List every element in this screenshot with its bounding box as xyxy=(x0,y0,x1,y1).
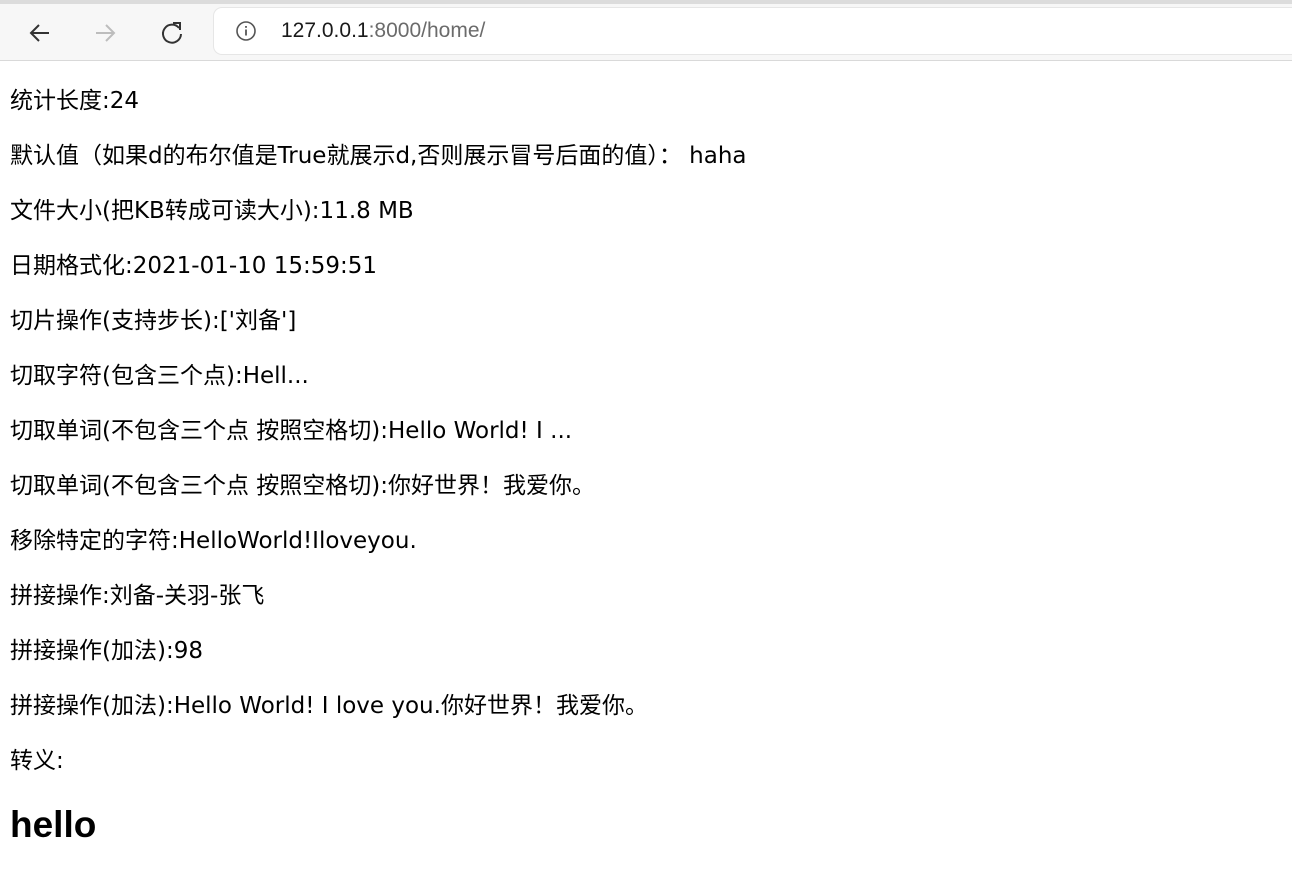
info-icon[interactable] xyxy=(235,20,257,42)
line-filesize: 文件大小(把KB转成可读大小):11.8 MB xyxy=(10,198,414,224)
reload-button[interactable] xyxy=(152,13,192,53)
url-path: :8000/home/ xyxy=(368,19,486,42)
hello-heading: hello xyxy=(10,804,97,845)
line-add-number: 拼接操作(加法):98 xyxy=(10,638,203,664)
line-truncate-chars: 切取字符(包含三个点):Hell... xyxy=(10,363,309,389)
tab-strip-edge xyxy=(0,0,1292,4)
line-cut: 移除特定的字符:HelloWorld!Iloveyou. xyxy=(10,528,417,554)
reload-icon xyxy=(162,22,182,44)
forward-button[interactable] xyxy=(85,13,125,53)
forward-arrow-icon xyxy=(96,24,116,42)
line-escape: 转义: xyxy=(10,748,64,774)
page-content: 统计长度:24 默认值（如果d的布尔值是True就展示d,否则展示冒号后面的值）… xyxy=(0,74,1292,847)
url-text[interactable]: 127.0.0.1:8000/home/ xyxy=(281,19,485,43)
line-add-string: 拼接操作(加法):Hello World! I love you.你好世界！我爱… xyxy=(10,693,648,719)
line-truncate-words-cn: 切取单词(不包含三个点 按照空格切):你好世界！我爱你。 xyxy=(10,473,596,499)
line-length: 统计长度:24 xyxy=(10,88,140,114)
line-join: 拼接操作:刘备-关羽-张飞 xyxy=(10,583,265,609)
line-date-format: 日期格式化:2021-01-10 15:59:51 xyxy=(10,253,378,279)
line-truncate-words-en: 切取单词(不包含三个点 按照空格切):Hello World! I ... xyxy=(10,418,573,444)
back-button[interactable] xyxy=(20,13,60,53)
line-slice: 切片操作(支持步长):['刘备'] xyxy=(10,308,297,334)
url-host: 127.0.0.1 xyxy=(281,19,369,42)
address-bar[interactable]: 127.0.0.1:8000/home/ xyxy=(214,8,1292,54)
back-arrow-icon xyxy=(29,24,49,42)
line-default-value: 默认值（如果d的布尔值是True就展示d,否则展示冒号后面的值）： haha xyxy=(10,143,747,169)
browser-toolbar: 127.0.0.1:8000/home/ xyxy=(0,0,1292,61)
